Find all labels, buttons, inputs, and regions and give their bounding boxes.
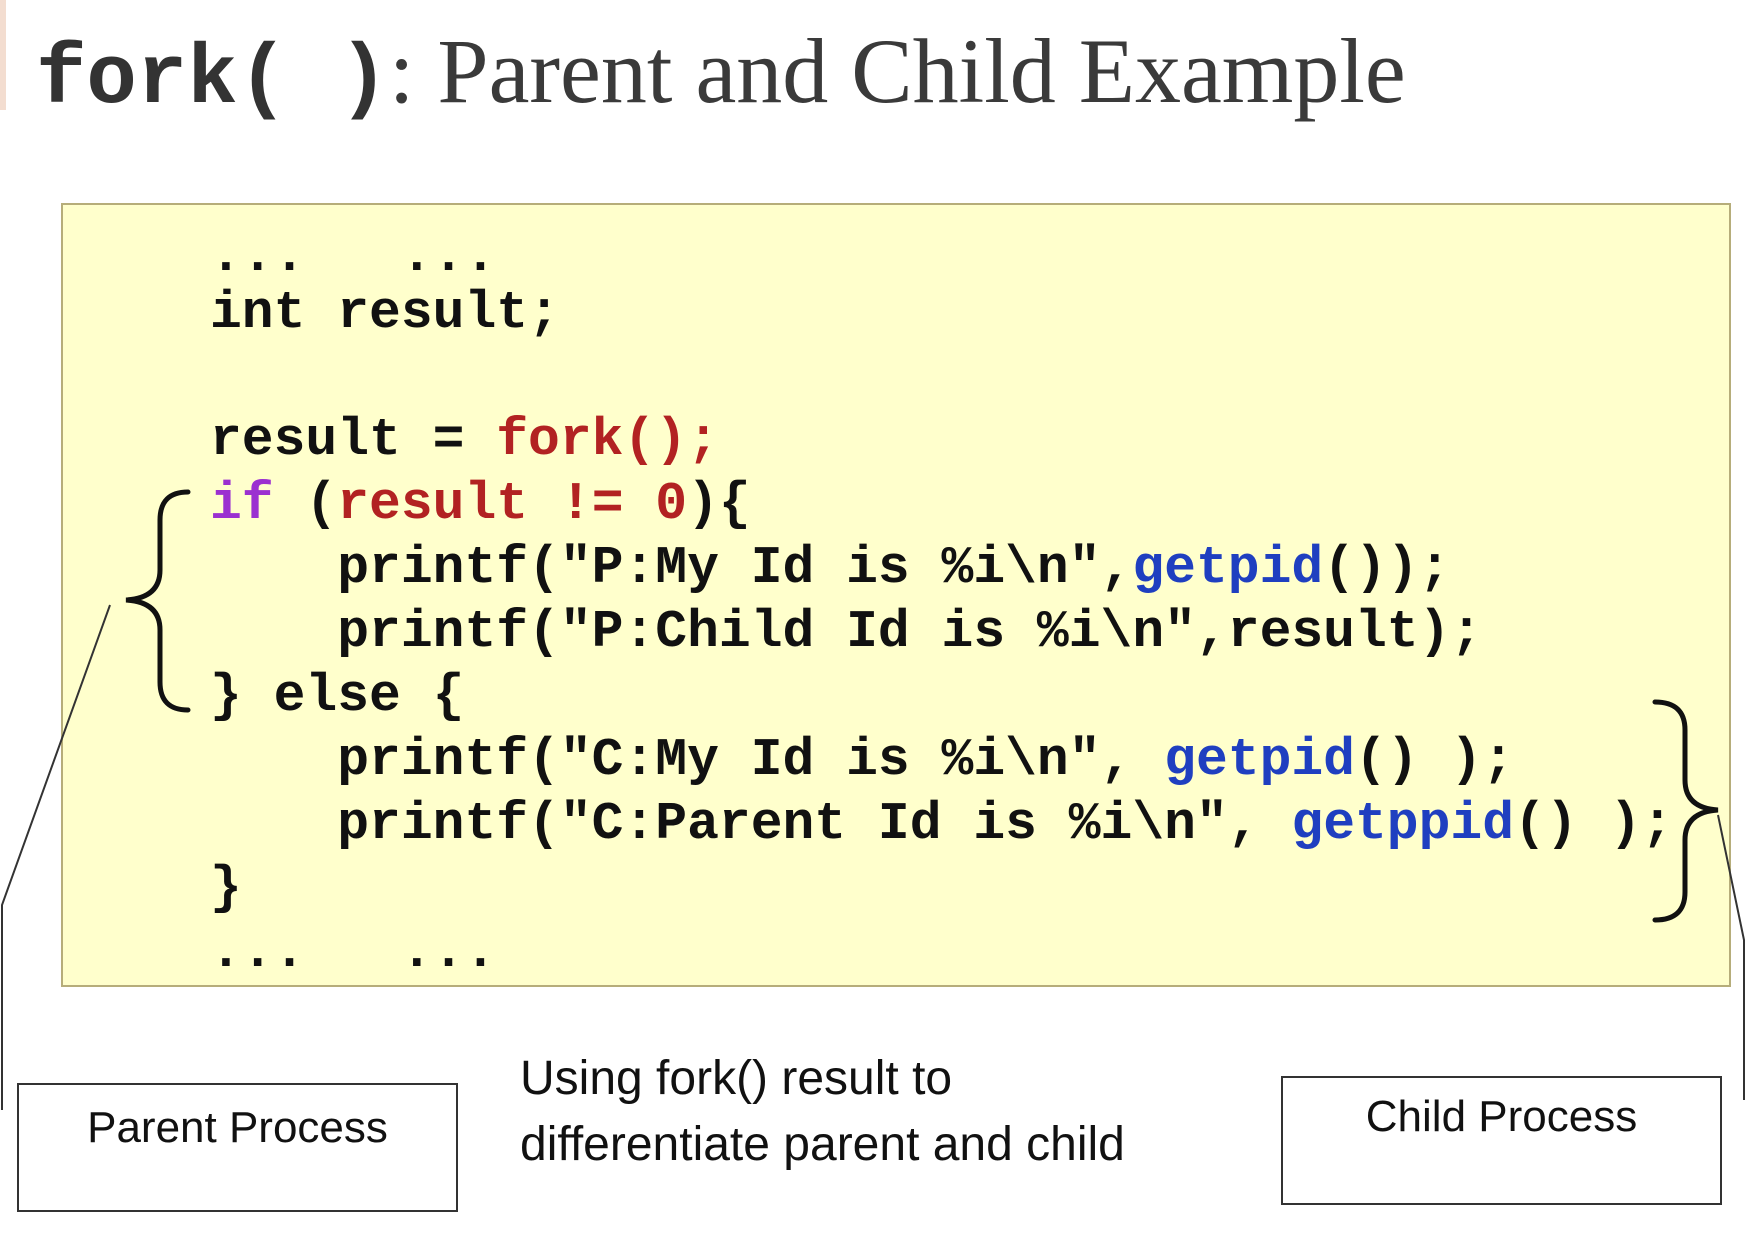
- child-connector-line: [1717, 814, 1745, 1100]
- parent-process-label: Parent Process: [17, 1083, 458, 1212]
- parent-brace: [125, 489, 191, 713]
- caption-line-1: Using fork() result to: [520, 1052, 953, 1105]
- caption-line-2: differentiate parent and child: [520, 1118, 1125, 1171]
- child-brace: [1652, 699, 1719, 923]
- parent-connector-line: [0, 604, 111, 1110]
- child-process-label: Child Process: [1281, 1076, 1722, 1205]
- caption: Using fork() result to differentiate par…: [520, 1046, 1240, 1178]
